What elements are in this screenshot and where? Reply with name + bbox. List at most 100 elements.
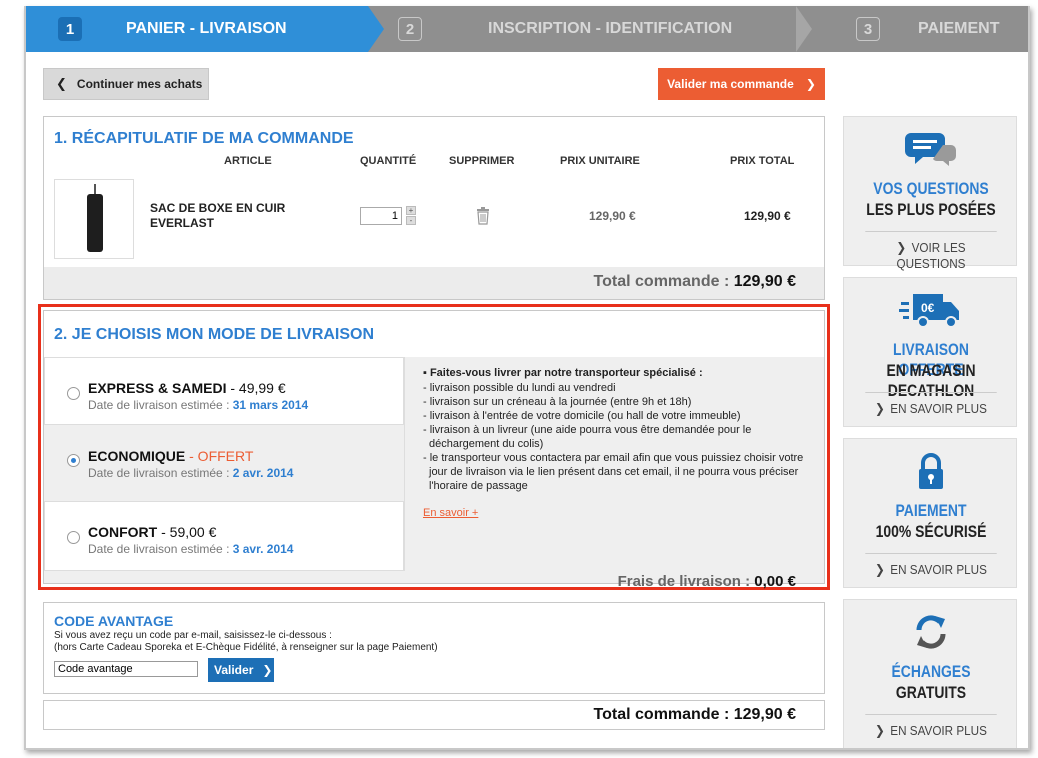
quantity-input[interactable]	[360, 207, 402, 225]
sidebar-card-link[interactable]: ❯ EN SAVOIR PLUS	[865, 714, 997, 739]
delivery-option-confort[interactable]: CONFORT - 59,00 € Date de livraison esti…	[44, 501, 404, 571]
option-name: ECONOMIQUE	[88, 448, 186, 464]
quantity-decrease-button[interactable]: -	[406, 216, 416, 225]
option-date: Date de livraison estimée : 2 avr. 2014	[88, 466, 293, 480]
delivery-info-title: ▪ Faites-vous livrer par notre transport…	[423, 367, 703, 379]
date-prefix: Date de livraison estimée :	[88, 542, 230, 556]
option-date: Date de livraison estimée : 31 mars 2014	[88, 398, 308, 412]
sidebar-card-link[interactable]: ❯ VOIR LES QUESTIONS	[865, 231, 997, 271]
chevron-right-icon: ❯	[875, 723, 885, 738]
step-number: 2	[398, 17, 422, 41]
column-header-delete: SUPPRIMER	[449, 155, 515, 167]
order-total-value: 129,90 €	[733, 273, 796, 290]
delivery-option-economique[interactable]: ECONOMIQUE - OFFERT Date de livraison es…	[44, 425, 404, 501]
option-date: Date de livraison estimée : 3 avr. 2014	[88, 542, 293, 556]
sidebar-card-link[interactable]: ❯ EN SAVOIR PLUS	[865, 553, 997, 578]
padlock-icon	[844, 451, 1018, 491]
delivery-badge: 0€	[921, 301, 935, 315]
final-total-section: Total commande : 129,90 €	[43, 700, 825, 730]
step-label: PANIER - LIVRAISON	[126, 20, 287, 37]
order-summary: 1. RÉCAPITULATIF DE MA COMMANDE ARTICLE …	[43, 116, 825, 300]
radio-confort[interactable]	[67, 531, 80, 544]
shipping-fee-value: 0,00 €	[754, 573, 796, 590]
column-header-quantity: QUANTITÉ	[360, 155, 417, 167]
option-title: ECONOMIQUE - OFFERT	[88, 448, 253, 464]
step-arrow	[796, 6, 812, 52]
quantity-increase-button[interactable]: +	[406, 206, 416, 215]
promo-code-title: CODE AVANTAGE	[54, 613, 174, 629]
promo-code-input[interactable]	[54, 661, 198, 677]
step-registration: 2 INSCRIPTION - IDENTIFICATION	[398, 6, 732, 52]
learn-more-link[interactable]: En savoir +	[423, 507, 478, 519]
option-name: CONFORT	[88, 524, 158, 540]
step-number: 1	[58, 17, 82, 41]
validate-order-button[interactable]: Valider ma commande ❯	[658, 68, 825, 100]
chevron-right-icon: ❯	[875, 562, 885, 577]
list-item: - livraison sur un créneau à la journée …	[423, 396, 692, 408]
promo-code-instructions: Si vous avez reçu un code par e-mail, sa…	[54, 630, 332, 641]
shipping-fee: Frais de livraison : 0,00 €	[618, 573, 796, 590]
sidebar-card-free-exchange[interactable]: ÉCHANGES GRATUITS ❯ EN SAVOIR PLUS	[843, 599, 1018, 748]
continue-shopping-button[interactable]: ❮ Continuer mes achats	[43, 68, 209, 100]
checkout-page: 1 PANIER - LIVRAISON 2 INSCRIPTION - IDE…	[24, 6, 1030, 750]
sidebar-card-title: ÉCHANGES	[891, 662, 971, 681]
date-prefix: Date de livraison estimée :	[88, 466, 230, 480]
order-total: Total commande : 129,90 €	[594, 273, 796, 291]
chat-bubbles-icon	[844, 129, 1018, 169]
shipping-fee-label: Frais de livraison :	[617, 573, 751, 590]
chevron-right-icon: ❯	[896, 240, 907, 255]
list-item: - livraison à un livreur (une aide pourr…	[423, 424, 752, 450]
step-cart-delivery: 1 PANIER - LIVRAISON	[26, 6, 368, 52]
option-price: - 49,99 €	[226, 380, 286, 396]
final-order-total: Total commande : 129,90 €	[593, 706, 796, 723]
chevron-right-icon: ❯	[805, 77, 816, 91]
delivery-truck-icon: 0€	[844, 290, 1018, 330]
sidebar-card-subtitle: LES PLUS POSÉES	[866, 200, 996, 219]
unit-price: 129,90 €	[589, 209, 636, 223]
sidebar-card-title: VOS QUESTIONS	[873, 179, 989, 198]
sidebar-card-secure-payment[interactable]: PAIEMENT 100% SÉCURISÉ ❯ EN SAVOIR PLUS	[843, 438, 1017, 588]
sidebar-card-link-label: EN SAVOIR PLUS	[890, 723, 987, 738]
option-price: - 59,00 €	[157, 524, 217, 540]
radio-economique[interactable]	[67, 454, 80, 467]
chevron-right-icon: ❯	[875, 401, 885, 416]
sidebar-card-subtitle: 100% SÉCURISÉ	[875, 522, 987, 541]
promo-code-validate-label: Valider	[214, 663, 254, 677]
punching-bag-chain	[94, 184, 96, 194]
sidebar-card-faq[interactable]: VOS QUESTIONS LES PLUS POSÉES ❯ VOIR LES …	[843, 116, 1018, 271]
order-total-label: Total commande :	[593, 273, 730, 290]
list-item: - livraison possible du lundi au vendred…	[423, 382, 616, 394]
sidebar-card-link-label: EN SAVOIR PLUS	[890, 562, 987, 577]
promo-code-validate-button[interactable]: Valider ❯	[208, 658, 274, 682]
option-price: - OFFERT	[185, 448, 254, 464]
sidebar-card-link-label: VOIR LES QUESTIONS	[896, 240, 966, 271]
date-prefix: Date de livraison estimée :	[88, 398, 230, 412]
step-label: PAIEMENT	[918, 20, 1000, 37]
product-name[interactable]: SAC DE BOXE EN CUIR EVERLAST	[150, 201, 325, 231]
radio-express[interactable]	[67, 387, 80, 400]
sidebar-card-link[interactable]: ❯ EN SAVOIR PLUS	[865, 392, 997, 417]
list-item: - le transporteur vous contactera par em…	[423, 452, 804, 492]
trash-icon[interactable]	[476, 207, 490, 225]
order-summary-footer: Total commande : 129,90 €	[44, 267, 824, 299]
estimated-date: 2 avr. 2014	[232, 466, 294, 480]
step-arrow	[368, 6, 384, 52]
delivery-option-express[interactable]: EXPRESS & SAMEDI - 49,99 € Date de livra…	[44, 357, 404, 425]
validate-order-label: Valider ma commande	[667, 77, 794, 91]
delivery-mode-title: 2. JE CHOISIS MON MODE DE LIVRAISON	[54, 326, 375, 343]
sidebar-card-free-delivery[interactable]: 0€ LIVRAISON OFFERTE EN MAGASIN DECATHLO…	[843, 277, 1017, 427]
column-header-unit-price: PRIX UNITAIRE	[560, 155, 640, 167]
exchange-arrows-icon	[844, 612, 1018, 652]
step-payment: 3 PAIEMENT	[856, 6, 999, 52]
sidebar-card-subtitle: GRATUITS	[895, 683, 967, 702]
product-image[interactable]	[54, 179, 134, 259]
column-header-article: ARTICLE	[224, 155, 272, 167]
promo-code-note: (hors Carte Cadeau Sporeka et E-Chèque F…	[54, 642, 438, 653]
sidebar-card-title: PAIEMENT	[895, 501, 967, 520]
option-name: EXPRESS & SAMEDI	[88, 380, 227, 396]
list-item: - livraison à l'entrée de votre domicile…	[423, 410, 741, 422]
checkout-steps: 1 PANIER - LIVRAISON 2 INSCRIPTION - IDE…	[26, 6, 1028, 52]
estimated-date: 31 mars 2014	[232, 398, 309, 412]
chevron-right-icon: ❯	[262, 663, 273, 677]
promo-code-section: CODE AVANTAGE Si vous avez reçu un code …	[43, 602, 825, 694]
